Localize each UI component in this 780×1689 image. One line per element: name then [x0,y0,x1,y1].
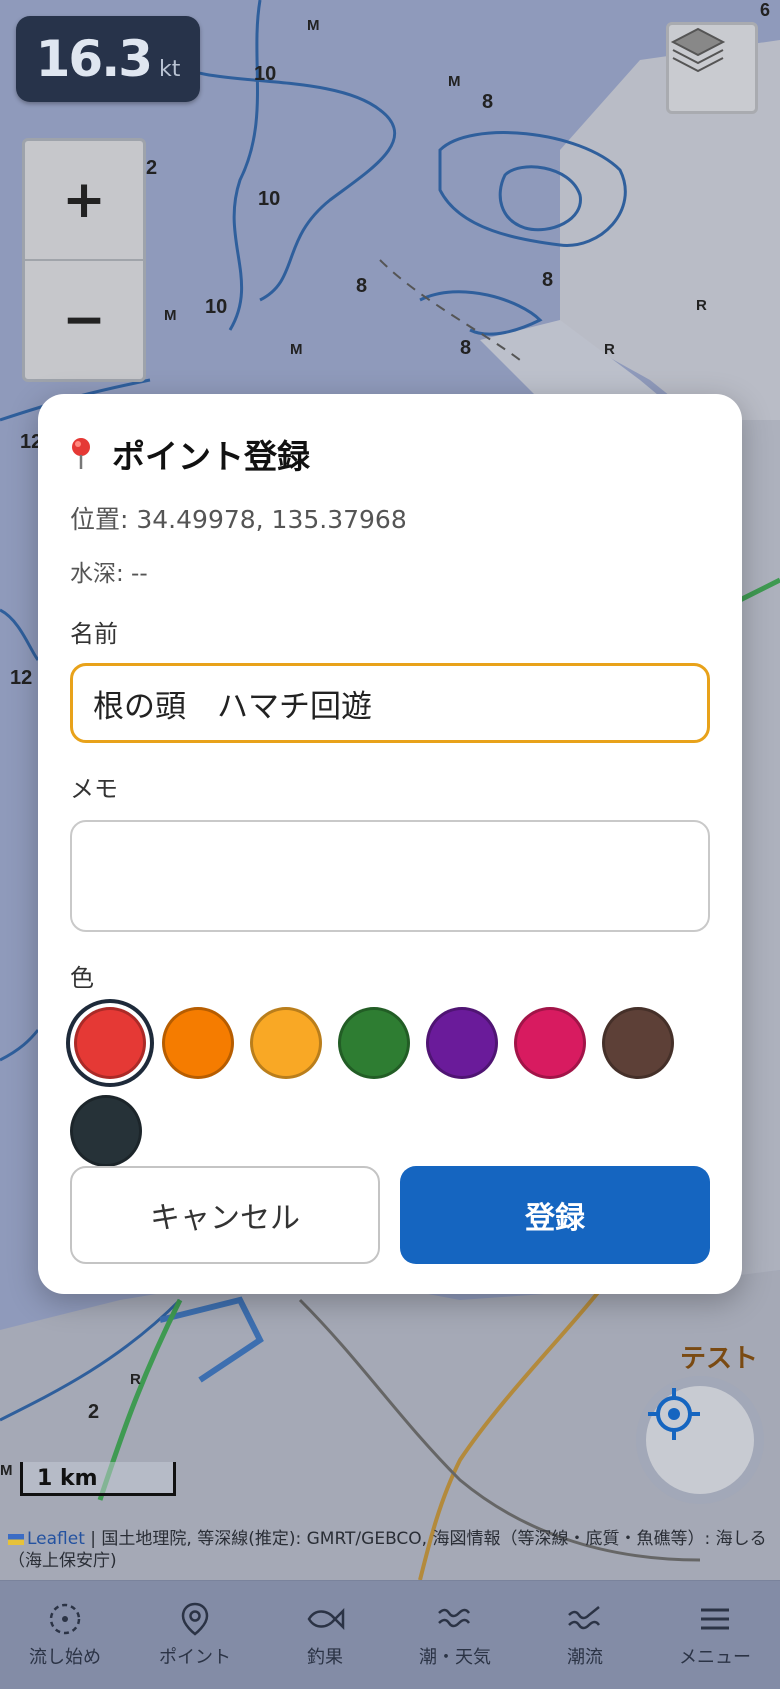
point-register-dialog: ポイント登録 位置: 34.49978, 135.37968 水深: -- 名前… [38,394,742,1294]
nav-item-current[interactable]: 潮流 [520,1581,650,1689]
color-swatches [70,1007,710,1167]
svg-text:R: R [130,1371,141,1388]
position-text: 位置: 34.49978, 135.37968 [70,505,407,534]
svg-text:M: M [164,307,177,324]
svg-text:2: 2 [88,1401,99,1423]
name-input[interactable]: 根の頭 ハマチ回遊 [70,663,710,743]
name-label: 名前 [70,620,118,648]
nav-item-menu[interactable]: メニュー [650,1581,780,1689]
locate-button[interactable] [646,1386,754,1494]
svg-text:6: 6 [760,0,770,20]
fish-icon [307,1607,345,1631]
color-label: 色 [70,964,94,992]
zoom-in-button[interactable]: + [25,141,143,261]
nav-item-tide-weather[interactable]: 潮・天気 [390,1581,520,1689]
speed-indicator: 16.3 kt [16,16,200,102]
svg-text:10: 10 [258,188,280,210]
dialog-title: ポイント登録 [70,430,710,478]
svg-text:M: M [290,341,303,358]
svg-text:10: 10 [254,63,276,85]
svg-text:R: R [604,341,615,358]
svg-text:8: 8 [542,269,553,291]
memo-textarea[interactable] [70,820,710,932]
svg-text:8: 8 [356,275,367,297]
bottom-nav: 流し始め ポイント 釣果 潮・天気 潮流 メニュー [0,1580,780,1689]
svg-text:R: R [696,297,707,314]
color-swatch[interactable] [74,1007,146,1079]
nav-item-catch[interactable]: 釣果 [260,1581,390,1689]
speed-unit: kt [159,56,181,82]
zoom-out-button[interactable]: − [25,261,143,379]
svg-text:8: 8 [460,337,471,359]
register-button[interactable]: 登録 [400,1166,710,1264]
nav-label: 潮・天気 [419,1647,491,1668]
svg-text:M: M [307,17,320,34]
svg-text:M: M [0,1462,13,1479]
color-swatch[interactable] [338,1007,410,1079]
svg-text:10: 10 [205,296,227,318]
nav-label: 潮流 [567,1647,603,1668]
color-swatch[interactable] [70,1095,142,1167]
depth-text: 水深: -- [70,561,148,587]
crosshair-icon [648,1388,700,1440]
speed-value: 16.3 [35,30,153,88]
nav-label: ポイント [159,1647,231,1668]
color-swatch[interactable] [162,1007,234,1079]
scale-bar: 1 km [20,1462,176,1496]
pushpin-icon [72,438,90,469]
nav-label: 流し始め [29,1647,101,1668]
svg-text:2: 2 [146,157,157,179]
svg-text:8: 8 [482,91,493,113]
nav-item-points[interactable]: ポイント [130,1581,260,1689]
ukraine-flag-icon [8,1533,24,1545]
nav-item-drift-start[interactable]: 流し始め [0,1581,130,1689]
dialog-title-text: ポイント登録 [112,437,310,476]
leaflet-link[interactable]: Leaflet [27,1529,85,1549]
cancel-button[interactable]: キャンセル [70,1166,380,1264]
svg-text:M: M [448,73,461,90]
test-label: テスト [680,1344,759,1374]
layers-icon [670,27,726,73]
color-swatch[interactable] [514,1007,586,1079]
map-pin-icon [181,1602,209,1636]
color-swatch[interactable] [426,1007,498,1079]
memo-label: メモ [70,775,118,803]
color-swatch[interactable] [250,1007,322,1079]
color-swatch[interactable] [602,1007,674,1079]
attribution: Leaflet | 国土地理院, 等深線(推定): GMRT/GEBCO, 海図… [8,1528,768,1572]
drift-start-icon [49,1603,81,1635]
zoom-control: + − [22,138,146,382]
hamburger-icon [701,1608,729,1630]
nav-label: 釣果 [307,1647,343,1668]
attribution-text: | 国土地理院, 等深線(推定): GMRT/GEBCO, 海図情報（等深線・底… [8,1529,767,1571]
layers-button[interactable] [666,22,758,114]
waves-icon [438,1608,471,1628]
dialog-actions: キャンセル 登録 [70,1166,710,1264]
current-icon [568,1606,601,1630]
nav-label: メニュー [679,1647,751,1668]
svg-text:12: 12 [10,667,32,689]
